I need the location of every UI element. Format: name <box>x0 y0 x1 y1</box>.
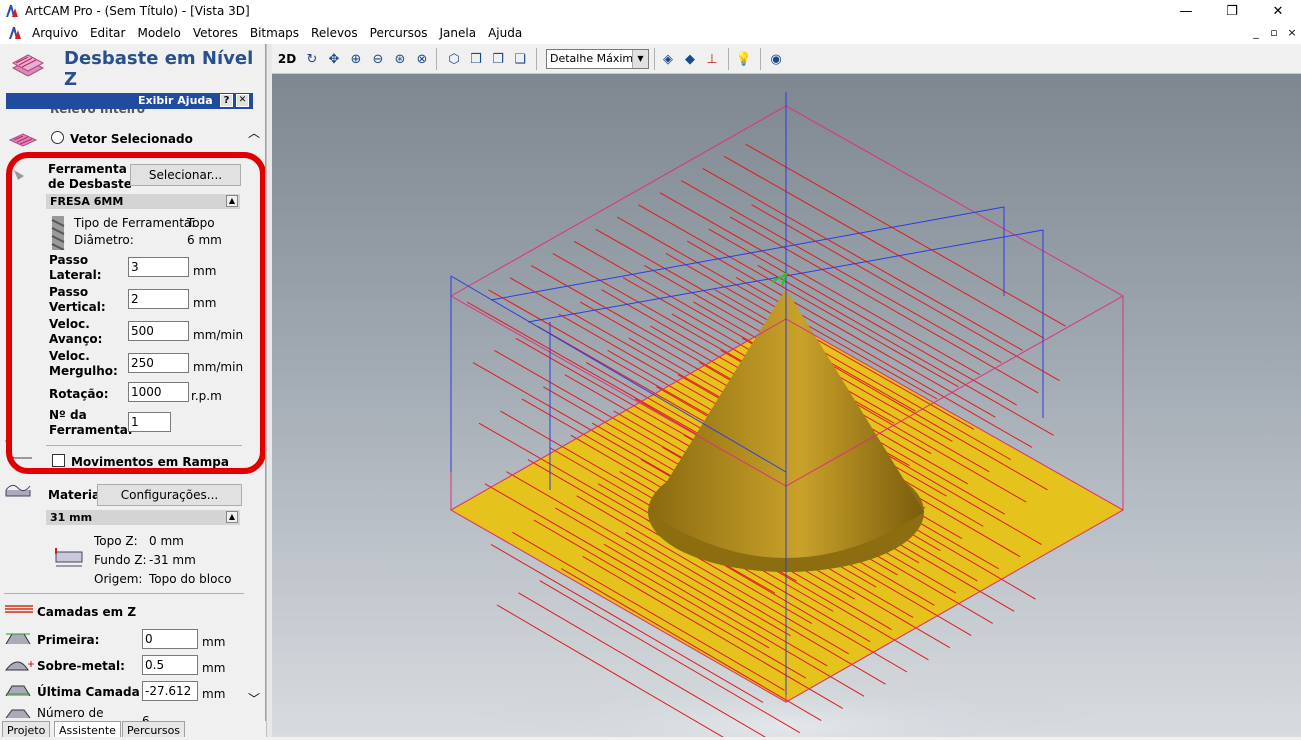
artcam-logo-icon <box>6 5 18 17</box>
toolbar-separator <box>436 48 437 70</box>
detail-level-select[interactable]: Detalhe Máximo ▼ <box>546 49 649 69</box>
material-setup-icon <box>55 548 83 567</box>
mdi-minimize-button[interactable]: _ <box>1248 25 1264 41</box>
tab-percursos[interactable]: Percursos <box>122 721 186 737</box>
material-size-bar: 31 mm ▲ <box>46 510 240 525</box>
toolpath-segment <box>702 167 1023 351</box>
chevron-down-icon[interactable]: ▼ <box>632 50 648 68</box>
vector-roughing-icon <box>8 133 38 147</box>
minimize-button[interactable]: — <box>1163 0 1209 22</box>
shade-relief-icon[interactable]: ◈ <box>658 49 678 69</box>
collapse-material-icon[interactable]: ▲ <box>226 511 238 523</box>
z-level-roughing-icon <box>11 54 45 77</box>
vector-selected-label: Vetor Selecionado <box>70 132 193 146</box>
front-view-icon[interactable]: ❒ <box>466 49 486 69</box>
z-layers-title: Camadas em Z <box>37 605 137 619</box>
last-layer-icon <box>5 685 31 697</box>
vector-selected-radio[interactable] <box>51 131 64 144</box>
3d-scene <box>426 92 1146 737</box>
toolpath-segment <box>723 155 1045 339</box>
divider <box>4 593 244 594</box>
side-view-icon[interactable]: ❐ <box>488 49 508 69</box>
origin-axis <box>771 271 788 287</box>
toolbar-separator <box>654 48 655 70</box>
first-layer-unit: mm <box>202 635 226 649</box>
panel-tabs: Projeto Assistente Percursos <box>0 721 266 737</box>
material-size: 31 mm <box>50 511 93 524</box>
scroll-down-icon[interactable]: ﹀ <box>248 690 260 707</box>
toolbar-separator <box>760 48 761 70</box>
material-config-button[interactable]: Configurações... <box>97 484 242 506</box>
toolpath-segment <box>745 143 1066 327</box>
menu-bar: Arquivo Editar Modelo Vetores Bitmaps Re… <box>0 22 1301 44</box>
menu-relevos[interactable]: Relevos <box>305 22 364 44</box>
pan-view-icon[interactable]: ✥ <box>324 49 344 69</box>
title-bar: ArtCAM Pro - (Sem Título) - [Vista 3D] —… <box>0 0 1301 22</box>
zoom-out-icon[interactable]: ⊖ <box>368 49 388 69</box>
3d-viewport[interactable] <box>272 74 1301 737</box>
origin-label: Origem: <box>94 572 143 586</box>
document-icon <box>9 27 21 39</box>
view-2d-button[interactable]: 2D <box>277 49 297 69</box>
mdi-close-button[interactable]: × <box>1284 25 1300 41</box>
panel-title: Desbaste em Nível Z <box>64 48 254 90</box>
scroll-up-icon[interactable]: ︿ <box>248 124 260 141</box>
toolbar-separator <box>536 48 537 70</box>
menu-vetores[interactable]: Vetores <box>187 22 244 44</box>
zoom-in-icon[interactable]: ⊕ <box>346 49 366 69</box>
layer-count-icon <box>5 709 31 719</box>
allowance-input[interactable]: 0.5 <box>142 655 198 675</box>
material-label: Material <box>48 488 105 502</box>
allowance-label: Sobre-metal: <box>37 659 125 673</box>
toolpath-segment <box>681 180 1002 364</box>
material-view-icon[interactable]: ◉ <box>766 49 786 69</box>
help-bar: Exibir Ajuda ? ✕ <box>6 93 253 109</box>
close-button[interactable]: ✕ <box>1255 0 1301 22</box>
menu-arquivo[interactable]: Arquivo <box>26 22 84 44</box>
first-layer-label: Primeira: <box>37 633 100 647</box>
allowance-icon <box>4 661 34 671</box>
menu-modelo[interactable]: Modelo <box>131 22 186 44</box>
help-close-button[interactable]: ✕ <box>236 94 249 107</box>
z-layers-icon <box>5 605 33 613</box>
last-layer-unit: mm <box>202 687 226 701</box>
top-z-value: 0 mm <box>149 534 184 548</box>
help-label[interactable]: Exibir Ajuda <box>138 94 213 107</box>
mdi-restore-button[interactable]: ▫ <box>1266 25 1282 41</box>
axes-icon[interactable]: ⊥ <box>702 49 722 69</box>
toolbar-separator <box>728 48 729 70</box>
bottom-z-label: Fundo Z: <box>94 553 147 567</box>
first-layer-input[interactable]: 0 <box>142 629 198 649</box>
rotate-view-icon[interactable]: ↻ <box>302 49 322 69</box>
wireframe-icon[interactable]: ◆ <box>680 49 700 69</box>
light-bulb-icon[interactable]: 💡 <box>734 49 754 69</box>
menu-percursos[interactable]: Percursos <box>364 22 434 44</box>
window-title: ArtCAM Pro - (Sem Título) - [Vista 3D] <box>25 4 250 18</box>
layer-count-label: Número de <box>37 706 104 720</box>
menu-janela[interactable]: Janela <box>433 22 482 44</box>
red-annotation-outline <box>6 152 265 474</box>
menu-bitmaps[interactable]: Bitmaps <box>244 22 305 44</box>
menu-ajuda[interactable]: Ajuda <box>482 22 528 44</box>
tab-projeto[interactable]: Projeto <box>2 721 51 737</box>
menu-editar[interactable]: Editar <box>84 22 132 44</box>
top-z-label: Topo Z: <box>94 534 138 548</box>
detail-level-value: Detalhe Máximo <box>550 52 640 65</box>
tab-assistente[interactable]: Assistente <box>54 721 121 737</box>
maximize-button[interactable]: ❐ <box>1209 0 1255 22</box>
zoom-all-icon[interactable]: ⊗ <box>412 49 432 69</box>
material-block-icon <box>5 484 31 497</box>
origin-value: Topo do bloco <box>149 572 232 586</box>
last-layer-input[interactable]: -27.612 <box>142 681 198 701</box>
zoom-window-icon[interactable]: ⊛ <box>390 49 410 69</box>
allowance-unit: mm <box>202 661 226 675</box>
view-toolbar: 2D ↻ ✥ ⊕ ⊖ ⊛ ⊗ ⬡ ❒ ❐ ❏ Detalhe Máximo ▼ … <box>272 44 1301 74</box>
last-layer-label: Última Camada Z: <box>37 685 158 699</box>
top-view-icon[interactable]: ❏ <box>510 49 530 69</box>
toolpath-assistant-panel: Desbaste em Nível Z Relevo Inteiro Exibi… <box>0 44 266 737</box>
bottom-z-value: -31 mm <box>149 553 196 567</box>
help-question-button[interactable]: ? <box>220 94 233 107</box>
first-layer-icon <box>5 633 31 645</box>
iso-view-icon[interactable]: ⬡ <box>444 49 464 69</box>
